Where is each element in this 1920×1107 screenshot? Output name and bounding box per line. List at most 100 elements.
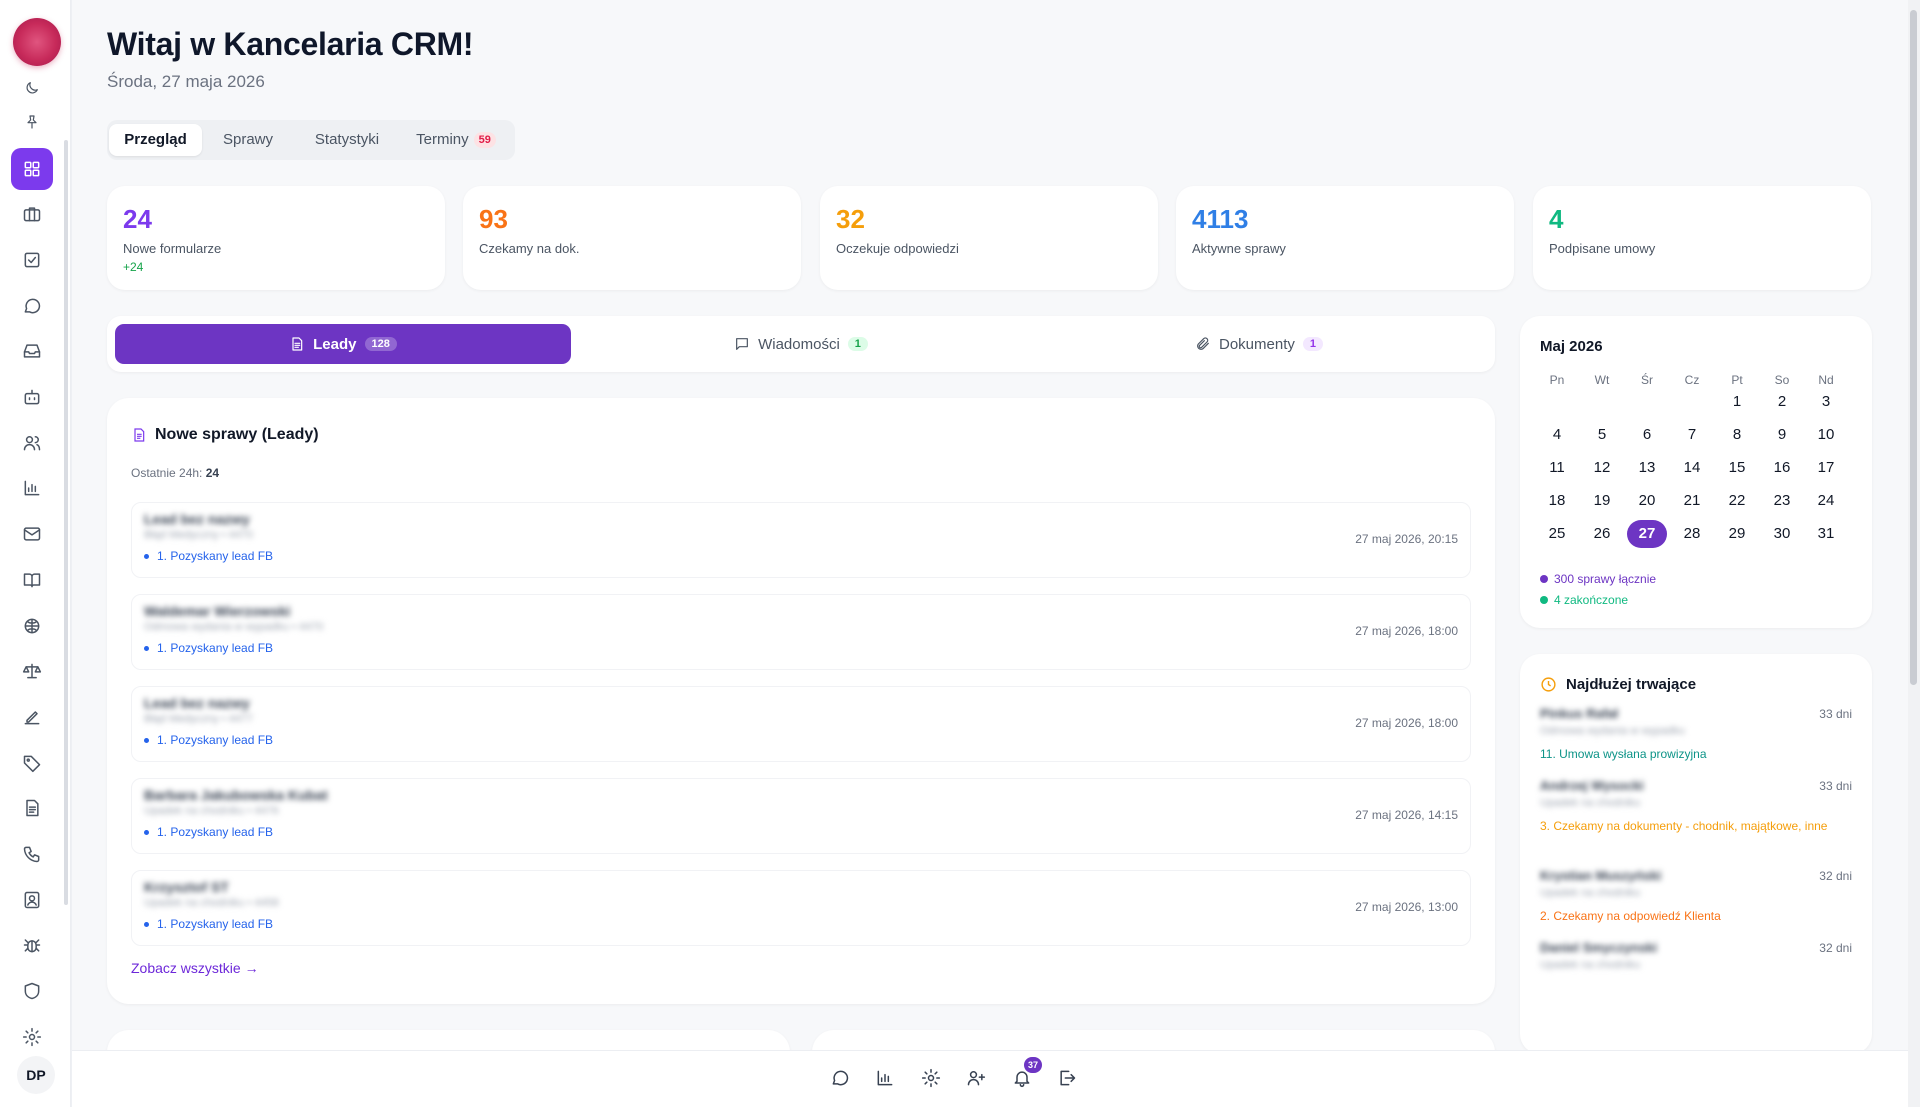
tab-terminy[interactable]: Terminy 59 <box>403 124 509 156</box>
calendar-day[interactable]: 22 <box>1717 487 1757 515</box>
lead-date: 27 maj 2026, 13:00 <box>1355 900 1458 914</box>
bug-icon[interactable] <box>16 929 48 961</box>
dashboard-icon[interactable] <box>11 148 53 190</box>
lead-row[interactable]: Lead bez nazwy Błąd Medyczny • 4477 1. P… <box>131 686 1471 762</box>
stat-label: Aktywne sprawy <box>1192 241 1286 256</box>
calendar-day[interactable]: 14 <box>1672 454 1712 482</box>
file-text-icon[interactable] <box>16 792 48 824</box>
tag-icon[interactable] <box>16 747 48 779</box>
calendar-day[interactable]: 25 <box>1537 520 1577 548</box>
stat-card-waiting-docs[interactable]: 93 Czekamy na dok. <box>463 186 801 290</box>
users-icon[interactable] <box>16 427 48 459</box>
page-scrollbar-thumb[interactable] <box>1910 10 1917 685</box>
calendar-day[interactable]: 3 <box>1806 388 1846 416</box>
calendar-day[interactable]: 16 <box>1762 454 1802 482</box>
notifications-badge: 37 <box>1024 1057 1042 1073</box>
lead-row[interactable]: Barbara Jakubowska Kubat Upadek na chodn… <box>131 778 1471 854</box>
stat-card-signed-contracts[interactable]: 4 Podpisane umowy <box>1533 186 1871 290</box>
calendar-day[interactable]: 2 <box>1762 388 1802 416</box>
settings-icon[interactable] <box>917 1064 945 1092</box>
bar-chart-icon[interactable] <box>16 472 48 504</box>
case-name: Krystian Muszyński <box>1540 868 1662 883</box>
calendar-day[interactable]: 26 <box>1582 520 1622 548</box>
pen-icon[interactable] <box>16 701 48 733</box>
book-icon[interactable] <box>16 564 48 596</box>
settings-icon[interactable] <box>16 1021 48 1053</box>
calendar-day[interactable]: 17 <box>1806 454 1846 482</box>
calendar-card: Maj 2026 Pn Wt Śr Cz Pt So Nd 1 2 3 4 5 6 7 8 9 10 11 12 13… <box>1520 316 1872 628</box>
calendar-day-today[interactable]: 27 <box>1627 520 1667 548</box>
calendar-day[interactable]: 6 <box>1627 421 1667 449</box>
calendar-day[interactable]: 4 <box>1537 421 1577 449</box>
stat-card-awaiting-reply[interactable]: 32 Oczekuje odpowiedzi <box>820 186 1158 290</box>
calendar-day[interactable]: 10 <box>1806 421 1846 449</box>
calendar-day[interactable]: 29 <box>1717 520 1757 548</box>
page-scrollbar[interactable] <box>1908 0 1920 1107</box>
segment-dokumenty[interactable]: Dokumenty 1 <box>1031 324 1487 364</box>
weekday-label: Pn <box>1549 373 1565 387</box>
lead-name: Barbara Jakubowska Kubat <box>144 787 328 803</box>
tab-przeglad[interactable]: Przegląd <box>109 124 202 156</box>
lead-name: Lead bez nazwy <box>144 511 250 527</box>
calendar-day[interactable]: 20 <box>1627 487 1667 515</box>
case-desc: Upadek na chodniku <box>1540 797 1641 809</box>
pin-icon[interactable] <box>16 106 48 138</box>
sidebar-scrollbar[interactable] <box>64 140 68 905</box>
calendar-day[interactable]: 5 <box>1582 421 1622 449</box>
segment-leady[interactable]: Leady 128 <box>115 324 571 364</box>
calendar-day[interactable]: 9 <box>1762 421 1802 449</box>
calendar-day[interactable]: 13 <box>1627 454 1667 482</box>
segment-wiadomosci[interactable]: Wiadomości 1 <box>573 324 1029 364</box>
calendar-day[interactable]: 7 <box>1672 421 1712 449</box>
calendar-day[interactable]: 31 <box>1806 520 1846 548</box>
lead-desc: Błąd Medyczny • 4470 <box>144 529 254 541</box>
calendar-day[interactable]: 24 <box>1806 487 1846 515</box>
lead-name: Waldemar Wierzowski <box>144 603 291 619</box>
stat-label: Podpisane umowy <box>1549 241 1656 256</box>
phone-icon[interactable] <box>16 838 48 870</box>
see-all-link[interactable]: Zobacz wszystkie → <box>131 960 259 976</box>
calendar-day[interactable]: 8 <box>1717 421 1757 449</box>
case-name: Pinkus Rafał <box>1540 706 1619 721</box>
lead-row[interactable]: Waldemar Wierzowski Odmowa wydania w wyp… <box>131 594 1471 670</box>
scale-icon[interactable] <box>16 655 48 687</box>
calendar-day[interactable]: 23 <box>1762 487 1802 515</box>
tab-statystyki[interactable]: Statystyki <box>295 124 399 156</box>
calendar-day[interactable]: 12 <box>1582 454 1622 482</box>
checkbox-icon[interactable] <box>16 244 48 276</box>
calendar-day[interactable]: 30 <box>1762 520 1802 548</box>
stat-card-new-forms[interactable]: 24 Nowe formularze +24 <box>107 186 445 290</box>
moon-icon[interactable] <box>16 72 48 104</box>
stat-delta: +24 <box>123 260 144 274</box>
chat-icon[interactable] <box>826 1064 854 1092</box>
chat-icon[interactable] <box>16 290 48 322</box>
shield-icon[interactable] <box>16 975 48 1007</box>
bot-icon[interactable] <box>16 381 48 413</box>
calendar-day[interactable]: 19 <box>1582 487 1622 515</box>
weekday-label: Nd <box>1818 373 1834 387</box>
briefcase-icon[interactable] <box>16 198 48 230</box>
calendar-day[interactable]: 1 <box>1717 388 1757 416</box>
user-avatar[interactable]: DP <box>17 1056 55 1094</box>
mail-icon[interactable] <box>16 518 48 550</box>
inbox-icon[interactable] <box>16 335 48 367</box>
lead-row[interactable]: Lead bez nazwy Błąd Medyczny • 4470 1. P… <box>131 502 1471 578</box>
calendar-day[interactable]: 21 <box>1672 487 1712 515</box>
bell-icon[interactable]: 37 <box>1008 1057 1042 1092</box>
lead-row[interactable]: Krzysztof ST Upadek na chodniku • 4458 1… <box>131 870 1471 946</box>
calendar-day[interactable]: 11 <box>1537 454 1577 482</box>
logout-icon[interactable] <box>1053 1064 1081 1092</box>
add-user-icon[interactable] <box>962 1064 990 1092</box>
lead-stage: 1. Pozyskany lead FB <box>144 917 273 931</box>
stat-card-active-cases[interactable]: 4113 Aktywne sprawy <box>1176 186 1514 290</box>
calendar-day[interactable]: 18 <box>1537 487 1577 515</box>
contact-card-icon[interactable] <box>16 884 48 916</box>
lead-name: Krzysztof ST <box>144 879 229 895</box>
brain-icon[interactable] <box>16 610 48 642</box>
app-logo[interactable] <box>13 18 61 66</box>
calendar-day[interactable]: 15 <box>1717 454 1757 482</box>
calendar-day[interactable]: 28 <box>1672 520 1712 548</box>
tab-sprawy[interactable]: Sprawy <box>207 124 289 156</box>
segment-count: 1 <box>1302 337 1323 351</box>
bar-chart-icon[interactable] <box>871 1064 899 1092</box>
